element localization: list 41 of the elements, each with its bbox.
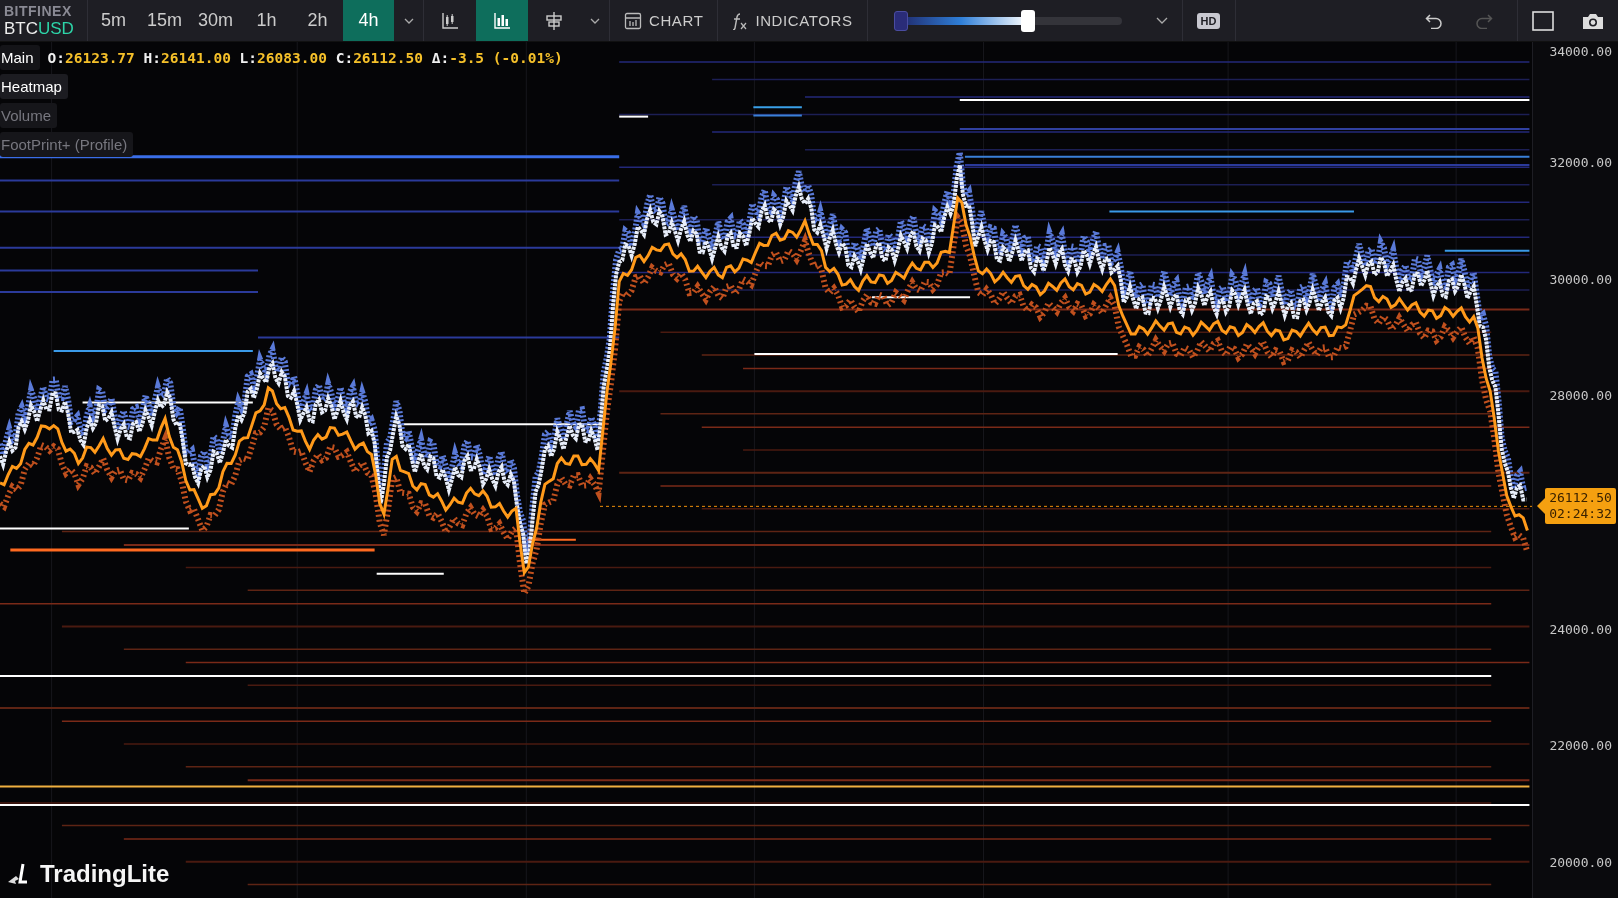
camera-icon — [1582, 11, 1604, 30]
timeframe-tab[interactable]: 30m — [190, 0, 241, 41]
timeframe-tab[interactable]: 15m — [139, 0, 190, 41]
price-axis-label: 34000.00 — [1549, 44, 1612, 59]
price-axis-label: 24000.00 — [1549, 621, 1612, 637]
timeframe-tab[interactable]: 5m — [88, 0, 139, 41]
caret-icon[interactable] — [1155, 17, 1168, 24]
layer-toggle[interactable]: Heatmap — [0, 74, 68, 99]
indicators-button[interactable]: INDICATORS — [718, 0, 868, 41]
crosshair-icon — [544, 10, 564, 31]
candle-countdown: 02:24:32 — [1549, 506, 1612, 523]
price-axis-label: 30000.00 — [1549, 271, 1612, 287]
function-icon — [732, 11, 749, 30]
main-series-label[interactable]: Main — [0, 45, 40, 70]
candlestick-icon — [441, 11, 459, 30]
hd-badge[interactable]: HD — [1196, 12, 1221, 29]
slider-thumb[interactable] — [1021, 9, 1036, 32]
chart-button[interactable]: CHART — [610, 0, 719, 41]
redo-icon — [1475, 12, 1493, 29]
bar-chart-icon — [493, 11, 511, 30]
undo-icon — [1425, 12, 1443, 29]
bar-chart-button[interactable] — [476, 0, 528, 41]
current-price: 26112.50 — [1549, 490, 1612, 507]
price-axis-label: 22000.00 — [1549, 738, 1612, 754]
symbol-pair[interactable]: BTCUSD — [4, 18, 87, 39]
price-axis-label: 28000.00 — [1549, 388, 1612, 404]
square-icon — [1532, 10, 1554, 31]
ohlc-readout: O:26123.77 H:26141.00 L:26083.00 C:26112.50 Δ:-3.5 (-0.01%) — [47, 49, 563, 66]
exchange-name: BITFINEX — [4, 2, 73, 19]
app-logo: TradingLite — [40, 860, 170, 888]
timeframe-tab[interactable]: 1h — [241, 0, 292, 41]
caret-icon — [589, 17, 600, 24]
chart-settings-icon — [624, 11, 642, 30]
layer-toggle[interactable]: Volume — [0, 103, 58, 128]
price-axis-label: 20000.00 — [1549, 854, 1612, 870]
layer-toggle[interactable]: FootPrint+ (Profile) — [0, 132, 134, 157]
caret-icon — [403, 17, 414, 24]
timeframe-tab[interactable]: 4h — [343, 0, 394, 41]
slider-start-handle[interactable] — [893, 10, 908, 31]
price-axis-label: 32000.00 — [1549, 155, 1612, 171]
timeframe-tab[interactable]: 2h — [292, 0, 343, 41]
